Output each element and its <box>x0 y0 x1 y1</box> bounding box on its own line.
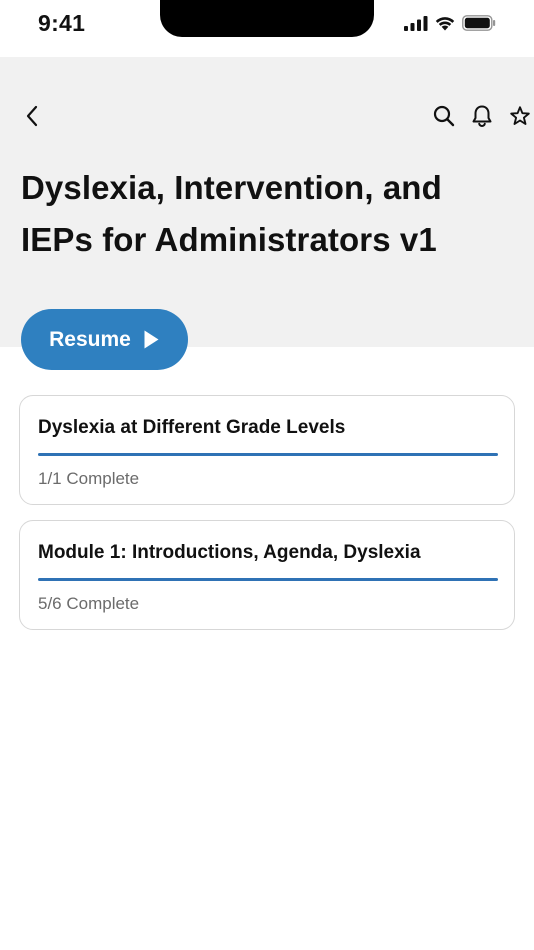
module-completion-status: 5/6 Complete <box>38 594 140 613</box>
header-actions <box>430 102 534 130</box>
cellular-signal-icon <box>404 16 428 31</box>
bell-icon <box>472 105 492 127</box>
favorite-button[interactable] <box>506 102 534 130</box>
module-card[interactable]: Module 1: Introductions, Agenda, Dyslexi… <box>19 520 515 630</box>
module-completion-status: 1/1 Complete <box>38 469 140 488</box>
module-progress-fill <box>38 578 498 581</box>
wifi-icon <box>435 17 455 31</box>
module-title: Module 1: Introductions, Agenda, Dyslexi… <box>38 542 421 563</box>
play-icon <box>144 330 159 349</box>
resume-button[interactable]: Resume <box>21 309 188 370</box>
module-progress-bar <box>38 578 498 581</box>
device-notch <box>160 0 374 37</box>
module-title: Dyslexia at Different Grade Levels <box>38 417 346 438</box>
star-icon <box>510 106 530 125</box>
module-card[interactable]: Dyslexia at Different Grade Levels 1/1 C… <box>19 395 515 505</box>
course-title: Dyslexia, Intervention, and IEPs for Adm… <box>21 169 442 258</box>
search-button[interactable] <box>430 102 458 130</box>
search-icon <box>433 105 455 127</box>
back-button[interactable] <box>18 102 46 130</box>
chevron-left-icon <box>26 105 38 127</box>
battery-icon <box>462 15 496 31</box>
status-bar: 9:41 <box>0 0 534 57</box>
notifications-button[interactable] <box>468 102 496 130</box>
status-time: 9:41 <box>38 10 86 36</box>
resume-button-label: Resume <box>49 327 131 351</box>
status-icons <box>404 15 496 31</box>
module-progress-fill <box>38 453 498 456</box>
module-progress-bar <box>38 453 498 456</box>
